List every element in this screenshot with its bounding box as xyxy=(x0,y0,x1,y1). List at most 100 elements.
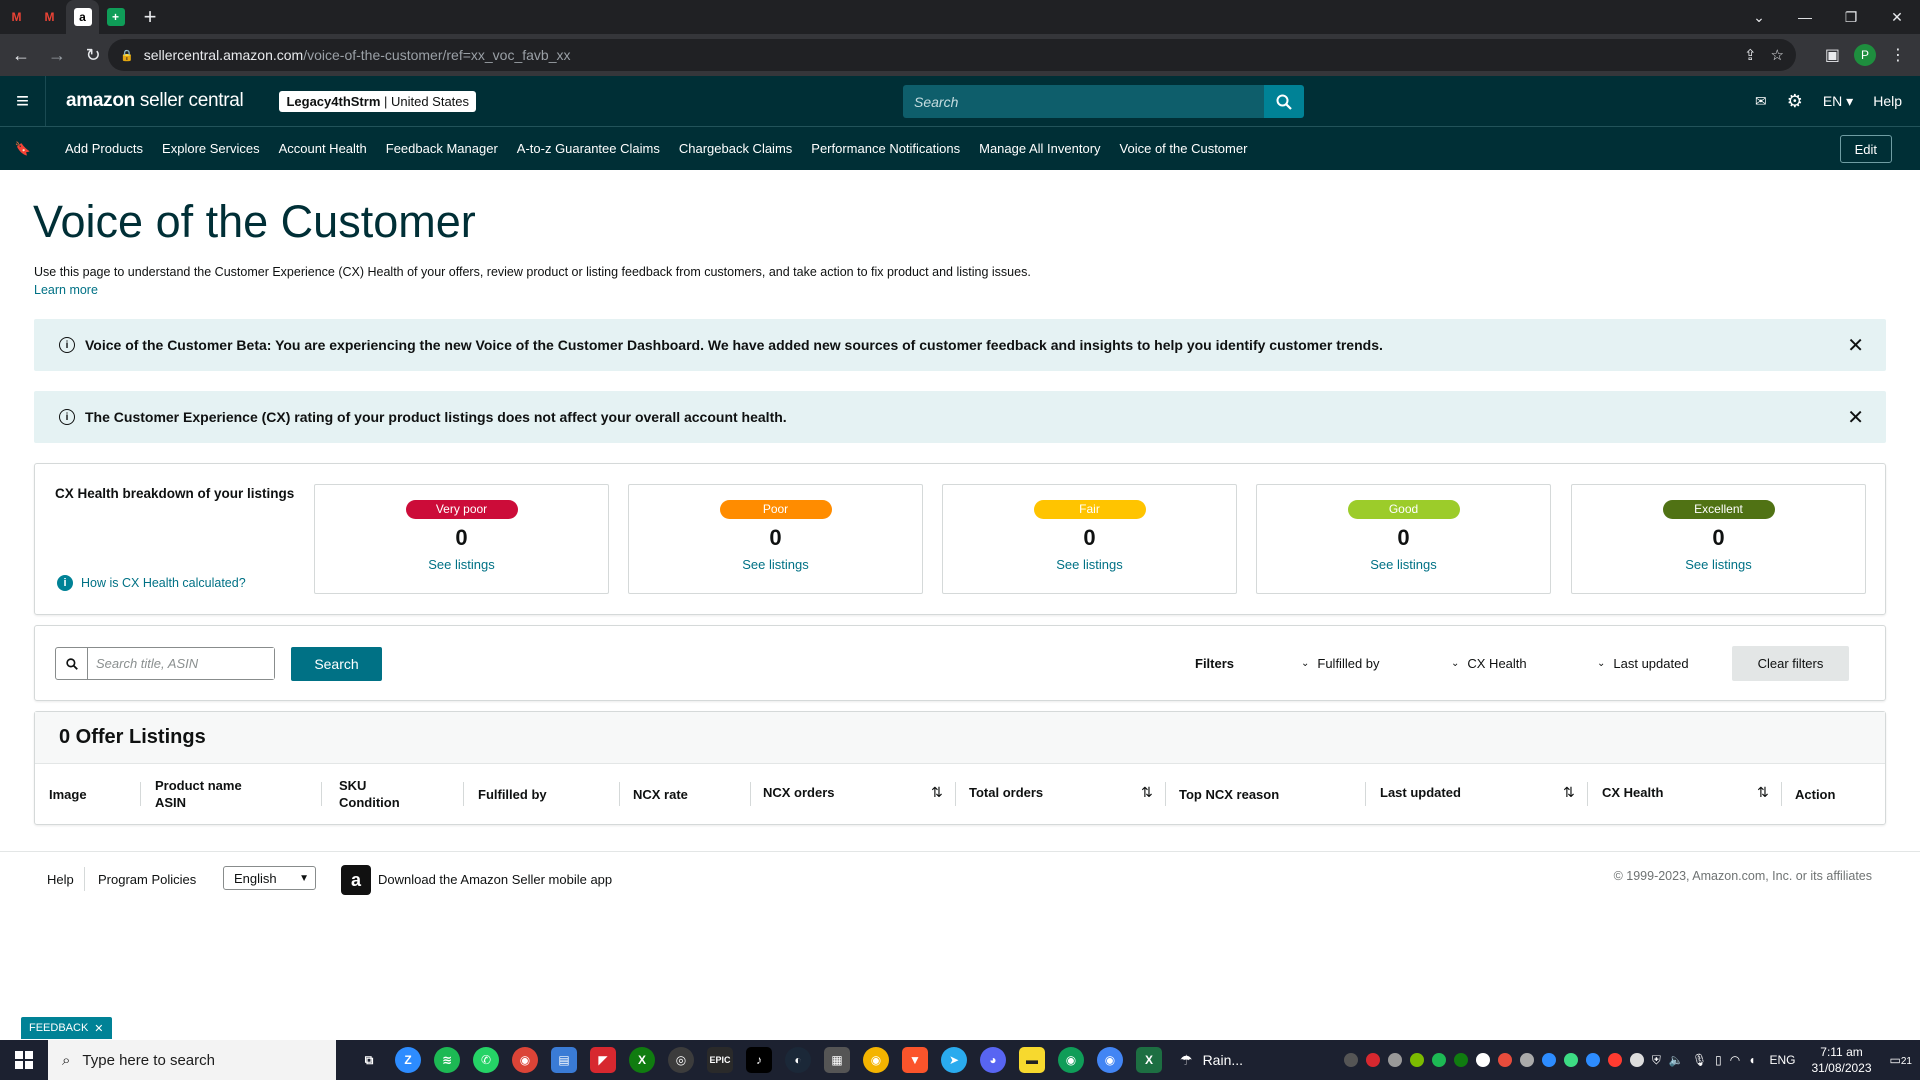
task-view-icon[interactable]: ⧉ xyxy=(356,1047,382,1073)
tab-gmail-1[interactable]: M xyxy=(0,0,33,34)
forward-icon[interactable]: → xyxy=(42,40,72,70)
see-listings-link[interactable]: See listings xyxy=(1572,557,1865,572)
xbox-app-icon[interactable]: X xyxy=(629,1047,655,1073)
browser-menu-icon[interactable]: ⋮ xyxy=(1890,45,1906,65)
telegram-app-icon[interactable]: ➤ xyxy=(941,1047,967,1073)
tray-app-icon[interactable] xyxy=(1453,1053,1468,1067)
col-ncx-orders[interactable]: NCX orders xyxy=(763,764,835,820)
bookmark-a-to-z-claims[interactable]: A-to-z Guarantee Claims xyxy=(517,141,660,156)
taskbar-search[interactable]: ⌕ Type here to search xyxy=(48,1040,336,1080)
bookmark-feedback-manager[interactable]: Feedback Manager xyxy=(386,141,498,156)
url-field[interactable]: 🔒 sellercentral.amazon.com/voice-of-the-… xyxy=(108,39,1796,71)
language-selector[interactable]: EN ▾ xyxy=(1823,93,1853,110)
taskbar-clock[interactable]: 7:11 am 31/08/2023 xyxy=(1811,1044,1871,1076)
seller-central-logo[interactable]: amazon seller central xyxy=(66,90,244,112)
sort-icon[interactable]: ⇅ xyxy=(931,784,943,801)
tray-app-icon[interactable] xyxy=(1365,1053,1380,1067)
tab-gmail-2[interactable]: M xyxy=(33,0,66,34)
amd-app-icon[interactable]: ◤ xyxy=(590,1047,616,1073)
chrome-app-icon[interactable]: ◉ xyxy=(1058,1047,1084,1073)
feedback-tab[interactable]: FEEDBACK ✕ xyxy=(21,1017,112,1039)
windows-start-button[interactable] xyxy=(0,1040,48,1080)
bookmark-icon[interactable]: 🔖 xyxy=(0,141,46,157)
whatsapp-app-icon[interactable]: ✆ xyxy=(473,1047,499,1073)
header-search-input[interactable] xyxy=(903,85,1264,118)
sort-icon[interactable]: ⇅ xyxy=(1563,784,1575,801)
security-shield-icon[interactable]: ⛨ xyxy=(1652,1053,1661,1068)
footer-program-policies-link[interactable]: Program Policies xyxy=(98,872,196,887)
sort-icon[interactable]: ⇅ xyxy=(1141,784,1153,801)
tray-app-icon[interactable] xyxy=(1475,1053,1490,1067)
clear-filters-button[interactable]: Clear filters xyxy=(1732,646,1849,681)
close-window-button[interactable]: ✕ xyxy=(1874,0,1920,34)
reload-icon[interactable]: ↻ xyxy=(78,40,108,70)
sticky-notes-app-icon[interactable]: ▬ xyxy=(1019,1047,1045,1073)
cx-health-help-link[interactable]: i How is CX Health calculated? xyxy=(57,575,246,591)
close-icon[interactable]: ✕ xyxy=(1847,405,1864,430)
bookmark-account-health[interactable]: Account Health xyxy=(279,141,367,156)
tray-app-icon[interactable] xyxy=(1563,1053,1578,1067)
bookmark-voice-of-customer[interactable]: Voice of the Customer xyxy=(1120,141,1248,156)
settings-gear-icon[interactable]: ⚙ xyxy=(1787,91,1803,112)
filter-cx-health[interactable]: ⌄ CX Health xyxy=(1451,656,1527,671)
new-tab-button[interactable]: + xyxy=(132,0,168,34)
col-total-orders[interactable]: Total orders xyxy=(969,764,1043,820)
tray-app-icon[interactable] xyxy=(1497,1053,1512,1067)
spotify-app-icon[interactable]: ≋ xyxy=(434,1047,460,1073)
profile-avatar[interactable]: P xyxy=(1854,44,1876,66)
tray-app-icon[interactable] xyxy=(1541,1053,1556,1067)
chrome-app-icon[interactable]: ◉ xyxy=(512,1047,538,1073)
input-language[interactable]: ENG xyxy=(1769,1053,1795,1067)
learn-more-link[interactable]: Learn more xyxy=(34,283,98,297)
header-help-link[interactable]: Help xyxy=(1873,93,1902,109)
wifi-icon[interactable]: ◠ xyxy=(1730,1053,1740,1067)
header-search-button[interactable] xyxy=(1264,85,1304,118)
tray-app-icon[interactable] xyxy=(1387,1053,1402,1067)
tray-app-icon[interactable] xyxy=(1431,1053,1446,1067)
excel-app-icon[interactable]: X xyxy=(1136,1047,1162,1073)
amazon-seller-app-icon[interactable]: a xyxy=(341,865,371,895)
bookmark-chargeback-claims[interactable]: Chargeback Claims xyxy=(679,141,792,156)
share-icon[interactable]: ⇪ xyxy=(1744,46,1757,64)
restore-button[interactable]: ❐ xyxy=(1828,0,1874,34)
see-listings-link[interactable]: See listings xyxy=(1257,557,1550,572)
volume-icon[interactable]: ◖ xyxy=(1748,1053,1755,1067)
files-app-icon[interactable]: ▤ xyxy=(551,1047,577,1073)
see-listings-link[interactable]: See listings xyxy=(629,557,922,572)
tray-app-icon[interactable] xyxy=(1409,1053,1424,1067)
tab-search-icon[interactable]: ⌄ xyxy=(1736,0,1782,34)
filter-fulfilled-by[interactable]: ⌄ Fulfilled by xyxy=(1301,656,1380,671)
steam-app-icon[interactable]: ◐ xyxy=(785,1047,811,1073)
weather-widget[interactable]: ☂ Rain... xyxy=(1180,1052,1243,1069)
listing-search-input[interactable] xyxy=(88,648,274,679)
calculator-app-icon[interactable]: ▦ xyxy=(824,1047,850,1073)
hamburger-menu-icon[interactable]: ≡ xyxy=(0,76,46,126)
listing-search-button[interactable]: Search xyxy=(291,647,382,681)
brave-app-icon[interactable]: ▼ xyxy=(902,1047,928,1073)
footer-language-select[interactable]: English ▼ xyxy=(223,866,316,890)
bookmark-explore-services[interactable]: Explore Services xyxy=(162,141,260,156)
footer-help-link[interactable]: Help xyxy=(47,872,74,887)
tiktok-app-icon[interactable]: ♪ xyxy=(746,1047,772,1073)
speaker-icon[interactable]: 🔈 xyxy=(1669,1053,1684,1067)
filter-last-updated[interactable]: ⌄ Last updated xyxy=(1597,656,1689,671)
tray-app-icon[interactable] xyxy=(1585,1053,1600,1067)
back-icon[interactable]: ← xyxy=(6,40,36,70)
zoom-app-icon[interactable]: Z xyxy=(395,1047,421,1073)
battery-icon[interactable]: ▯ xyxy=(1715,1053,1722,1067)
tray-app-icon[interactable] xyxy=(1607,1053,1622,1067)
notification-center-icon[interactable]: ▭21 xyxy=(1890,1053,1912,1067)
bookmark-performance-notifications[interactable]: Performance Notifications xyxy=(811,141,960,156)
epic-games-app-icon[interactable]: EPIC xyxy=(707,1047,733,1073)
edit-bookmarks-button[interactable]: Edit xyxy=(1839,135,1892,163)
account-switcher[interactable]: Legacy4thStrm | United States xyxy=(279,90,477,112)
ubisoft-app-icon[interactable]: ◎ xyxy=(668,1047,694,1073)
side-panel-icon[interactable]: ▣ xyxy=(1825,45,1840,65)
see-listings-link[interactable]: See listings xyxy=(315,557,608,572)
chrome-app-icon[interactable]: ◉ xyxy=(1097,1047,1123,1073)
download-app-link[interactable]: Download the Amazon Seller mobile app xyxy=(378,872,612,887)
see-listings-link[interactable]: See listings xyxy=(943,557,1236,572)
tab-sheets[interactable]: + xyxy=(99,0,132,34)
minimize-button[interactable]: — xyxy=(1782,0,1828,34)
bookmark-manage-inventory[interactable]: Manage All Inventory xyxy=(979,141,1100,156)
